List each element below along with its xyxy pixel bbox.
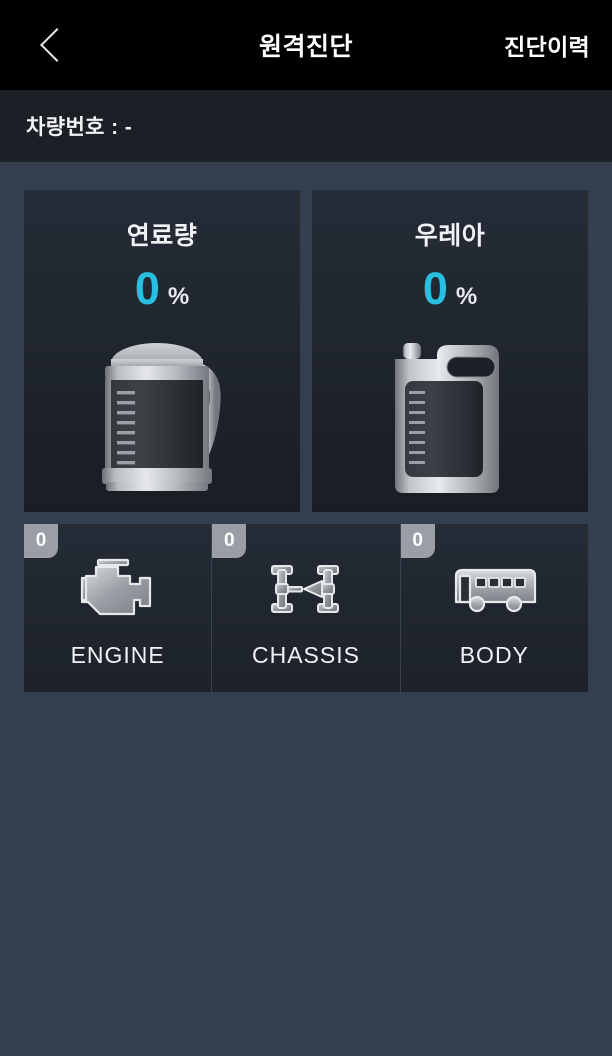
gauge-unit-urea: % [455, 283, 478, 310]
diagnostic-card-body[interactable]: 0 BODY [399, 524, 588, 692]
bus-body-icon [446, 552, 542, 626]
gauge-title-fuel: 연료량 [126, 222, 198, 250]
gauge-title-urea: 우레아 [414, 222, 486, 250]
diagnostic-card-chassis[interactable]: 0 CHASSIS [211, 524, 399, 692]
status-badge-engine: 0 [24, 524, 58, 558]
diagnostic-label-body: BODY [459, 641, 529, 668]
gauge-unit-fuel: % [167, 283, 190, 310]
diagnosis-history-button[interactable]: 진단이력 [504, 28, 590, 62]
vehicle-number-bar: 차량번호 : - [0, 90, 612, 162]
diagnostic-label-engine: ENGINE [70, 641, 165, 668]
diagnostic-card-engine[interactable]: 0 ENGINE [24, 524, 211, 692]
status-badge-body: 0 [400, 524, 435, 558]
gauge-value-row-fuel: 0 % [135, 266, 189, 311]
engine-icon [72, 552, 164, 626]
gauge-card-row: 연료량 0 % 우레아 0 % [24, 190, 588, 512]
diagnostic-label-chassis: CHASSIS [252, 641, 360, 668]
app-header: 원격진단 진단이력 [0, 0, 612, 90]
gauge-value-urea: 0 [422, 263, 448, 314]
gauge-value-fuel: 0 [134, 263, 160, 314]
vehicle-number-label: 차량번호 : - [26, 116, 133, 139]
urea-jerrycan-icon [385, 323, 515, 512]
fuel-canister-icon [97, 323, 227, 512]
gauge-value-row-urea: 0 % [423, 266, 477, 311]
chassis-axle-icon [260, 552, 352, 626]
gauge-card-urea[interactable]: 우레아 0 % [312, 190, 588, 512]
diagnostic-card-row: 0 ENGINE 0 CHASSIS 0 BODY [24, 524, 588, 692]
status-badge-chassis: 0 [212, 524, 247, 558]
gauge-card-fuel[interactable]: 연료량 0 % [24, 190, 300, 512]
main-content: 연료량 0 % 우레아 0 % 0 ENGINE 0 CHASSIS 0 BOD… [0, 162, 612, 692]
